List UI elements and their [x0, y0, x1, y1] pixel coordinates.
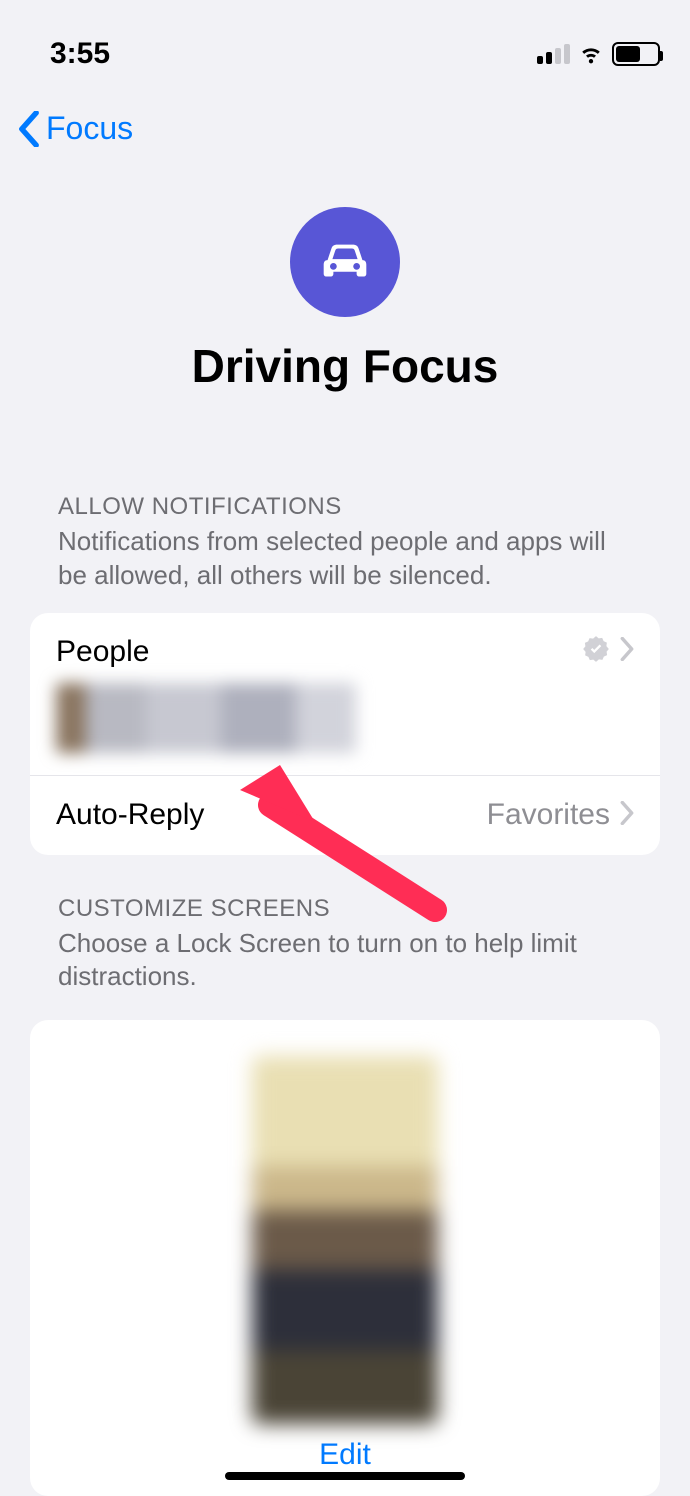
- section-header-notifications: ALLOW NOTIFICATIONS Notifications from s…: [0, 423, 690, 605]
- page-title: Driving Focus: [192, 339, 499, 393]
- status-icons: [537, 39, 660, 70]
- focus-header: Driving Focus: [0, 157, 690, 423]
- chevron-left-icon: [18, 111, 40, 147]
- section-subtitle: Notifications from selected people and a…: [58, 525, 632, 593]
- home-indicator[interactable]: [225, 1472, 465, 1480]
- chevron-right-icon: [620, 637, 634, 666]
- people-row[interactable]: People: [30, 613, 660, 775]
- screens-card: Edit: [30, 1020, 660, 1496]
- people-label: People: [56, 635, 149, 669]
- section-subtitle: Choose a Lock Screen to turn on to help …: [58, 927, 632, 995]
- back-label: Focus: [46, 110, 133, 147]
- people-avatars-redacted: [56, 683, 356, 753]
- auto-reply-value: Favorites: [487, 798, 610, 832]
- edit-button[interactable]: Edit: [319, 1438, 371, 1472]
- section-title: ALLOW NOTIFICATIONS: [58, 493, 632, 521]
- wifi-icon: [578, 39, 604, 70]
- verified-badge-icon: [582, 635, 610, 668]
- section-header-screens: CUSTOMIZE SCREENS Choose a Lock Screen t…: [0, 855, 690, 1007]
- auto-reply-label: Auto-Reply: [56, 798, 487, 832]
- back-button[interactable]: Focus: [0, 80, 690, 157]
- battery-icon: [612, 42, 660, 66]
- section-title: CUSTOMIZE SCREENS: [58, 895, 632, 923]
- auto-reply-row[interactable]: Auto-Reply Favorites: [30, 775, 660, 855]
- status-time: 3:55: [50, 37, 110, 71]
- car-icon: [290, 207, 400, 317]
- lock-screen-thumbnail[interactable]: [252, 1056, 438, 1424]
- notifications-card: People Auto-Reply Favorites: [30, 613, 660, 855]
- chevron-right-icon: [620, 801, 634, 830]
- cellular-icon: [537, 44, 570, 64]
- status-bar: 3:55: [0, 0, 690, 80]
